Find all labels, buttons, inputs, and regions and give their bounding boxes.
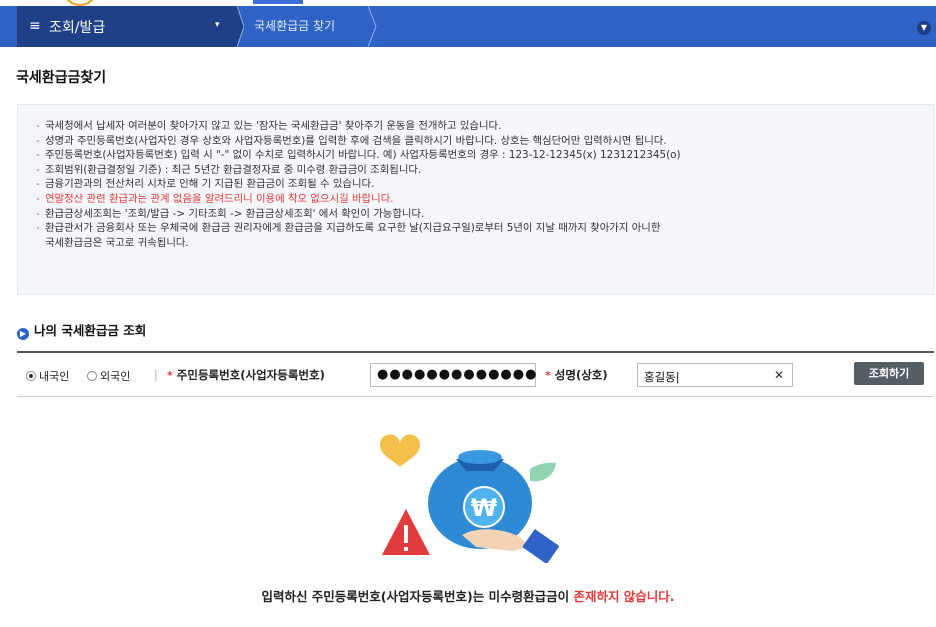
active-tab-indicator (253, 0, 303, 4)
result-message: 입력하신 주민등록번호(사업자등록번호)는 미수령환급금이 존재하지 않습니다. (0, 586, 936, 605)
radio-selected-icon (26, 371, 36, 381)
arrow-circle-icon: ▶ (17, 328, 29, 340)
id-number-input[interactable]: ●●●●●●●●●●●●● (370, 363, 536, 387)
notice-list: 국세청에서 납세자 여러분이 찾아가지 않고 있는 '잠자는 국세환급금' 찾아… (18, 105, 933, 250)
search-button[interactable]: 조회하기 (854, 362, 924, 385)
menu-dropdown[interactable]: ≡ 조회/발급 ▾ (17, 6, 237, 47)
required-mark: * (167, 369, 173, 382)
money-bag-warning-illustration: ₩ (380, 434, 560, 563)
name-label-text: 성명(상호) (554, 368, 608, 382)
notice-item: 환급금상세조회는 '조회/발급 -> 기타조회 -> 환급금상세조회' 에서 확… (36, 207, 933, 222)
result-message-highlight: 존재하지 않습니다. (573, 589, 675, 604)
search-form: 내국인 외국인 | * 주민등록번호(사업자등록번호) ●●●●●●●●●●●●… (17, 351, 934, 397)
result-message-text: 입력하신 주민등록번호(사업자등록번호)는 미수령환급금이 (261, 589, 574, 604)
section-title: 나의 국세환급금 조회 (34, 323, 147, 338)
breadcrumb-separator-icon (232, 6, 244, 47)
notice-item: 국세환급금은 국고로 귀속됩니다. (45, 236, 189, 249)
divider: | (154, 368, 158, 381)
notice-item: 주민등록번호(사업자등록번호) 입력 시 "-" 없이 수치로 입력하시기 바랍… (36, 148, 933, 163)
notice-item-warning: 연말정산 관련 환급과는 관계 없음을 알려드리니 이용에 착오 없으시길 바랍… (36, 192, 933, 207)
radio-domestic-label: 내국인 (39, 370, 70, 383)
menu-title: 조회/발급 (49, 20, 106, 36)
breadcrumb-separator-icon (367, 6, 377, 47)
notice-item: 조회범위(환급결정일 기준) : 최근 5년간 환급결정자료 중 미수령 환급금… (36, 163, 933, 178)
notice-box: 국세청에서 납세자 여러분이 찾아가지 않고 있는 '잠자는 국세환급금' 찾아… (17, 104, 934, 295)
notice-item: 환급관서가 금융회사 또는 우체국에 환급금 권리자에게 환급금을 지급하도록 … (36, 221, 933, 236)
notice-item: 금융기관과의 전산처리 시차로 인해 기 지급된 환급금이 조회될 수 있습니다… (36, 177, 933, 192)
hamburger-icon: ≡ (29, 18, 41, 34)
close-icon[interactable]: ✕ (774, 368, 784, 382)
notice-item: 성명과 주민등록번호(사업자인 경우 상호와 사업자등록번호)를 입력한 후에 … (36, 134, 933, 149)
radio-foreign[interactable]: 외국인 (87, 368, 130, 384)
notice-item: 국세청에서 납세자 여러분이 찾아가지 않고 있는 '잠자는 국세환급금' 찾아… (36, 119, 933, 134)
radio-unselected-icon (87, 371, 97, 381)
radio-foreign-label: 외국인 (100, 370, 131, 383)
breadcrumb-current[interactable]: 국세환급금 찾기 (254, 17, 335, 34)
radio-domestic[interactable]: 내국인 (26, 368, 69, 384)
required-mark: * (545, 369, 551, 382)
name-input[interactable]: 홍길동| ✕ (637, 363, 793, 387)
id-label-text: 주민등록번호(사업자등록번호) (176, 368, 325, 382)
id-number-value: ●●●●●●●●●●●●● (377, 367, 538, 382)
name-value: 홍길동| (644, 370, 680, 384)
dropdown-caret-icon: ▾ (215, 20, 220, 30)
id-label: * 주민등록번호(사업자등록번호) (167, 367, 325, 383)
svg-text:₩: ₩ (471, 494, 498, 522)
name-label: * 성명(상호) (545, 367, 608, 383)
page-title: 국세환급금찾기 (16, 70, 107, 86)
section-header: ▶ 나의 국세환급금 조회 (17, 320, 146, 340)
chevron-down-icon[interactable]: ▼ (917, 21, 931, 35)
